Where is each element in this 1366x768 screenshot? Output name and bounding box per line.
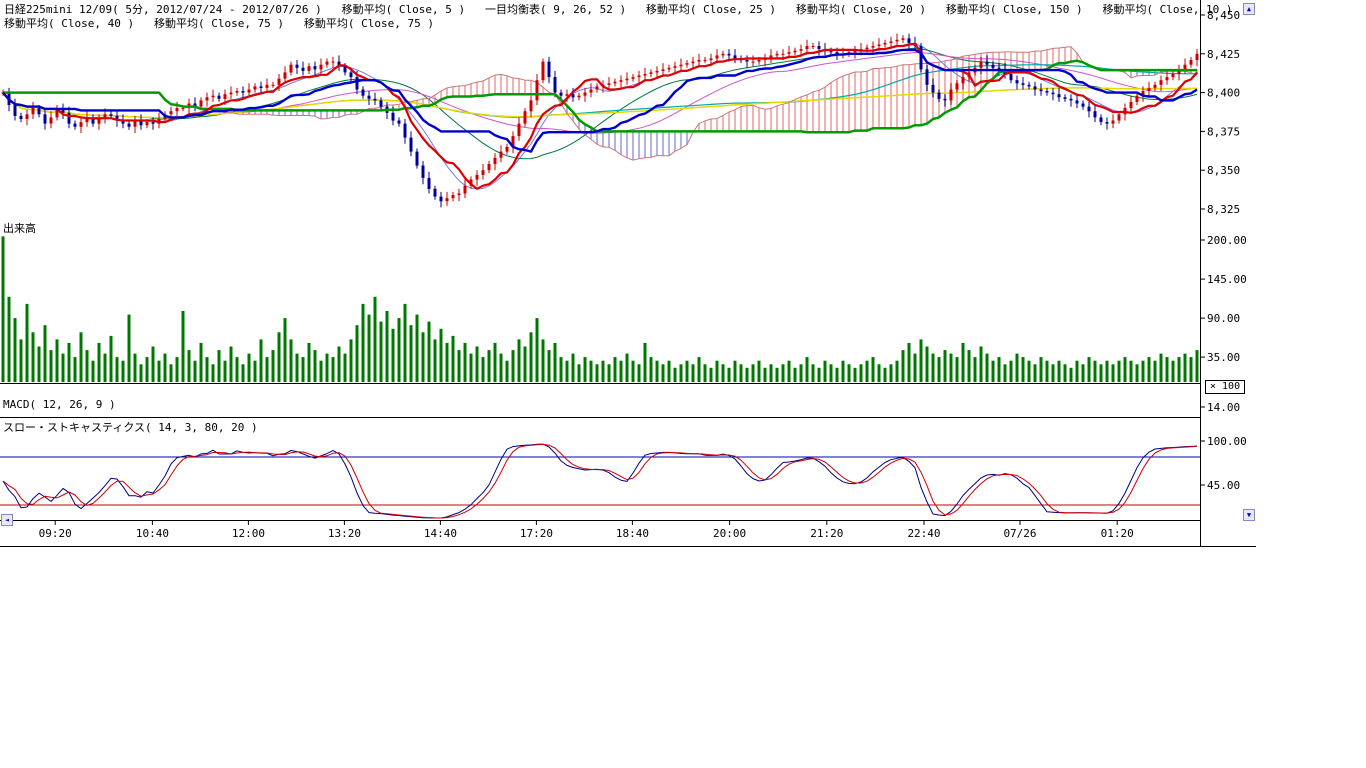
scroll-down-button[interactable]: ▼ xyxy=(1243,509,1255,521)
stochastics-lines xyxy=(3,444,1197,518)
svg-text:8,450: 8,450 xyxy=(1207,9,1240,22)
candlestick-layer xyxy=(2,34,1199,208)
svg-text:14:40: 14:40 xyxy=(424,527,457,540)
svg-text:10:40: 10:40 xyxy=(136,527,169,540)
svg-text:35.00: 35.00 xyxy=(1207,351,1240,364)
svg-text:8,325: 8,325 xyxy=(1207,203,1240,216)
svg-text:90.00: 90.00 xyxy=(1207,312,1240,325)
ichimoku-cloud xyxy=(3,47,1197,160)
volume-bars xyxy=(2,236,1199,382)
scroll-left-button[interactable]: ◄ xyxy=(1,514,13,526)
volume-multiplier-badge: × 100 xyxy=(1205,380,1245,394)
svg-text:20:00: 20:00 xyxy=(713,527,746,540)
svg-text:13:20: 13:20 xyxy=(328,527,361,540)
svg-text:8,350: 8,350 xyxy=(1207,164,1240,177)
scroll-up-button[interactable]: ▲ xyxy=(1243,3,1255,15)
svg-text:8,400: 8,400 xyxy=(1207,87,1240,100)
time-axis-labels: 09:20 10:40 12:00 13:20 14:40 17:20 18:40 20:00… xyxy=(39,521,1134,541)
right-axis-labels: 8,450 8,425 8,400 8,375 8,350 8,325 200.00 145.… xyxy=(1200,9,1247,492)
svg-text:8,425: 8,425 xyxy=(1207,48,1240,61)
svg-text:45.00: 45.00 xyxy=(1207,479,1240,492)
axes-and-borders xyxy=(0,0,1256,547)
chart-application-window: 日経225mini 12/09( 5分, 2012/07/24 - 2012/0… xyxy=(0,0,1366,768)
svg-text:01:20: 01:20 xyxy=(1101,527,1134,540)
svg-text:145.00: 145.00 xyxy=(1207,273,1247,286)
svg-text:12:00: 12:00 xyxy=(232,527,265,540)
svg-text:14.00: 14.00 xyxy=(1207,401,1240,414)
svg-text:21:20: 21:20 xyxy=(810,527,843,540)
svg-text:22:40: 22:40 xyxy=(907,527,940,540)
stochastics-pane-label: スロー・ストキャスティクス( 14, 3, 80, 20 ) xyxy=(3,419,258,435)
chart-plot-area[interactable]: 8,450 8,425 8,400 8,375 8,350 8,325 200.00 145.… xyxy=(0,0,1366,560)
svg-text:07/26: 07/26 xyxy=(1003,527,1036,540)
svg-text:18:40: 18:40 xyxy=(616,527,649,540)
volume-pane-label: 出来高 xyxy=(3,220,36,236)
svg-text:09:20: 09:20 xyxy=(39,527,72,540)
svg-text:200.00: 200.00 xyxy=(1207,234,1247,247)
macd-pane-label: MACD( 12, 26, 9 ) xyxy=(3,398,116,411)
svg-text:17:20: 17:20 xyxy=(520,527,553,540)
svg-text:100.00: 100.00 xyxy=(1207,435,1247,448)
svg-text:8,375: 8,375 xyxy=(1207,125,1240,138)
